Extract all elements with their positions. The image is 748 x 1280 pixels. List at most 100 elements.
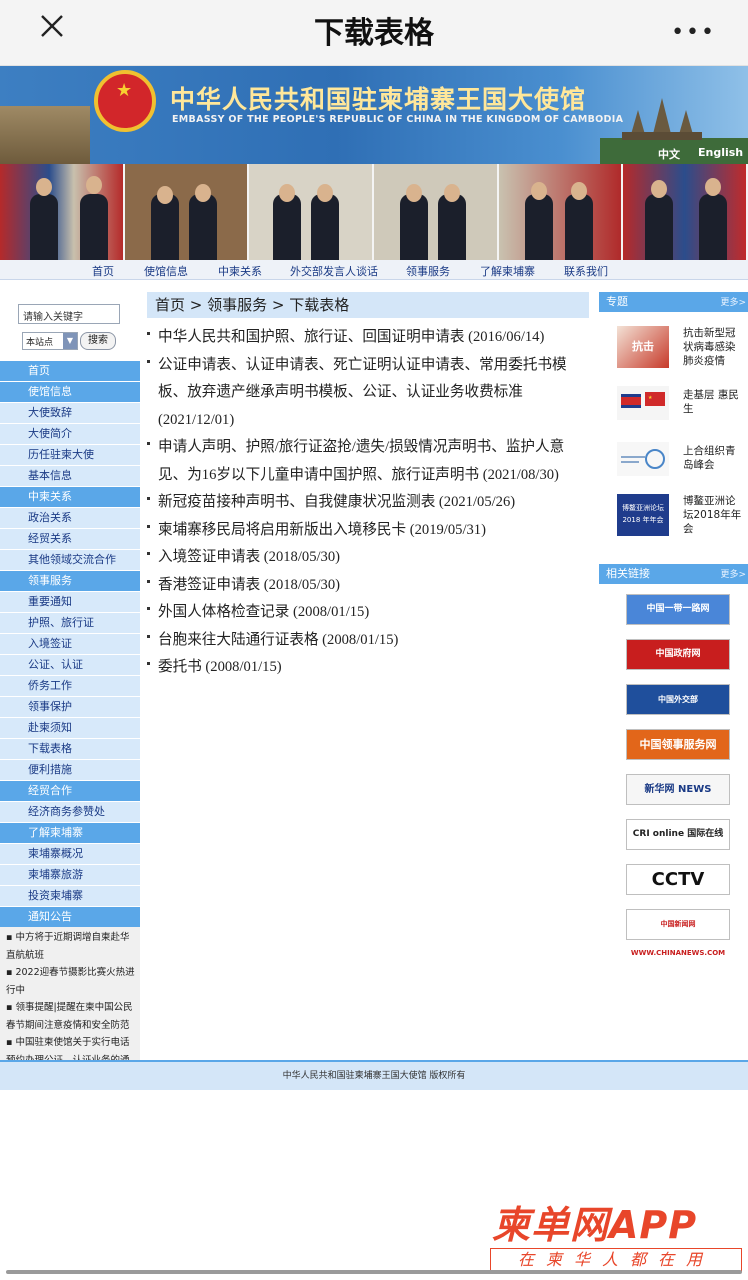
nav-china-cambodia[interactable]: 中柬关系 — [218, 263, 262, 279]
photo-strip — [0, 164, 748, 260]
notice-item[interactable]: ▪ 2022迎春节摄影比赛火热进行中 — [6, 964, 136, 999]
form-list-item[interactable]: 中华人民共和国护照、旅行证、回国证明申请表 (2016/06/14) — [147, 324, 589, 352]
lang-english-link[interactable]: English — [698, 146, 743, 159]
app-watermark: 柬单网APP 在柬华人都在用 — [490, 1194, 742, 1274]
right-sidebar: 专题 更多> 抗击 抗击新型冠状病毒感染肺炎疫情 ★ 走基层 惠民生 上合组织青… — [599, 292, 748, 964]
app-slogan: 在柬华人都在用 — [490, 1248, 742, 1272]
link-fmprc[interactable]: 中国外交部 www.fmprc.gov.cn — [626, 684, 730, 733]
sidebar-item[interactable]: 入境签证 — [0, 634, 140, 654]
sidebar-item-download-forms[interactable]: 下载表格 — [0, 739, 140, 759]
links-more-link[interactable]: 更多> — [720, 565, 746, 585]
form-list-item[interactable]: 新冠疫苗接种声明书、自我健康状况监测表 (2021/05/26) — [147, 489, 589, 517]
sidebar-item[interactable]: 政治关系 — [0, 508, 140, 528]
sidebar-section-cambodia[interactable]: 了解柬埔寨 — [0, 823, 140, 843]
form-list-item[interactable]: 委托书 (2008/01/15) — [147, 654, 589, 682]
nav-about-cambodia[interactable]: 了解柬埔寨 — [480, 263, 535, 279]
link-gov-cn[interactable]: 中国政府网 www.gov.cn — [626, 639, 730, 688]
nav-contact[interactable]: 联系我们 — [564, 263, 608, 279]
scrollbar[interactable] — [6, 1270, 742, 1274]
related-links: 中国一带一路网 中国政府网 www.gov.cn 中国外交部 www.fmprc… — [599, 584, 748, 964]
links-title: 相关链接 — [606, 567, 650, 580]
topic-item[interactable]: 博鳌亚洲论坛 2018 年年会 博鳌亚洲论坛2018年年会 — [599, 494, 748, 550]
sidebar-home[interactable]: 首页 — [0, 361, 140, 381]
links-header: 相关链接 更多> — [599, 564, 748, 584]
topics-more-link[interactable]: 更多> — [720, 293, 746, 313]
sidebar-item[interactable]: 侨务工作 — [0, 676, 140, 696]
sidebar-item[interactable]: 柬埔寨概况 — [0, 844, 140, 864]
sidebar-section-consular[interactable]: 领事服务 — [0, 571, 140, 591]
topic-label: 博鳌亚洲论坛2018年年会 — [683, 495, 742, 535]
sidebar-item[interactable]: 历任驻柬大使 — [0, 445, 140, 465]
left-sidebar: 请输入关键字 本站点 ▼ 搜索 首页 使馆信息 大使致辞 大使简介 历任驻柬大使… — [0, 290, 140, 1089]
footer-copyright: 中华人民共和国驻柬埔寨王国大使馆 版权所有 — [0, 1060, 748, 1090]
topic-item[interactable]: 上合组织青岛峰会 — [599, 438, 748, 494]
link-chinanews[interactable]: 中国新闻网 WWW.CHINANEWS.COM — [626, 909, 730, 957]
topics-header: 专题 更多> — [599, 292, 748, 312]
sidebar-item[interactable]: 大使简介 — [0, 424, 140, 444]
topic-covid-image: 抗击 — [617, 326, 669, 368]
photo-5 — [498, 164, 624, 260]
nav-consular[interactable]: 领事服务 — [406, 263, 450, 279]
sidebar-item[interactable]: 护照、旅行证 — [0, 613, 140, 633]
banner-subtitle: EMBASSY OF THE PEOPLE'S REPUBLIC OF CHIN… — [172, 114, 624, 125]
main-content: 首页 > 领事服务 > 下载表格 中华人民共和国护照、旅行证、回国证明申请表 (… — [147, 292, 589, 682]
link-belt-and-road[interactable]: 中国一带一路网 — [626, 594, 730, 625]
topic-item[interactable]: ★ 走基层 惠民生 — [599, 382, 748, 438]
link-xinhua[interactable]: 新华网 NEWS — [626, 774, 730, 805]
photo-2 — [124, 164, 250, 260]
sidebar-item[interactable]: 柬埔寨旅游 — [0, 865, 140, 885]
chevron-down-icon: ▼ — [63, 333, 77, 349]
breadcrumb: 首页 > 领事服务 > 下载表格 — [147, 292, 589, 318]
form-list-item[interactable]: 柬埔寨移民局将启用新版出入境移民卡 (2019/05/31) — [147, 517, 589, 545]
sidebar-item[interactable]: 便利措施 — [0, 760, 140, 780]
national-emblem-icon: ★ — [94, 70, 156, 132]
form-list-item[interactable]: 公证申请表、认证申请表、死亡证明认证申请表、常用委托书模板、放弃遗产继承声明书模… — [147, 352, 589, 435]
sidebar-item[interactable]: 基本信息 — [0, 466, 140, 486]
lang-chinese-link[interactable]: 中文 — [658, 146, 680, 162]
sidebar-section-trade[interactable]: 经贸合作 — [0, 781, 140, 801]
photo-3 — [249, 164, 375, 260]
sidebar-item[interactable]: 重要通知 — [0, 592, 140, 612]
search-scope-value: 本站点 — [26, 338, 54, 348]
search-scope-select[interactable]: 本站点 ▼ — [22, 332, 78, 350]
form-list-item[interactable]: 外国人体格检查记录 (2008/01/15) — [147, 599, 589, 627]
sidebar-item[interactable]: 领事保护 — [0, 697, 140, 717]
sidebar-item[interactable]: 大使致辞 — [0, 403, 140, 423]
nav-spokesperson[interactable]: 外交部发言人谈话 — [290, 263, 378, 279]
great-wall-image — [0, 106, 90, 164]
link-cctv[interactable]: CCTV — [626, 864, 730, 895]
sidebar-item[interactable]: 公证、认证 — [0, 655, 140, 675]
sidebar-section-notices[interactable]: 通知公告 — [0, 907, 140, 927]
top-bar: 下载表格 ••• — [0, 0, 748, 66]
page-title: 下载表格 — [314, 16, 434, 51]
site-search: 请输入关键字 本站点 ▼ 搜索 — [0, 290, 140, 360]
flags-image: ★ — [617, 386, 669, 420]
sco-summit-image — [617, 442, 669, 476]
notice-item[interactable]: ▪ 中方将于近期调增自柬赴华直航航班 — [6, 929, 136, 964]
sidebar-section-embassy[interactable]: 使馆信息 — [0, 382, 140, 402]
nav-home[interactable]: 首页 — [92, 263, 114, 279]
app-logo: 柬单网APP — [492, 1203, 698, 1247]
more-options-icon[interactable]: ••• — [671, 20, 716, 45]
link-consular-service[interactable]: 中国领事服务网 — [626, 729, 730, 760]
topic-label: 抗击新型冠状病毒感染肺炎疫情 — [683, 327, 736, 367]
form-list-item[interactable]: 入境签证申请表 (2018/05/30) — [147, 544, 589, 572]
sidebar-item[interactable]: 投资柬埔寨 — [0, 886, 140, 906]
nav-embassy-info[interactable]: 使馆信息 — [144, 263, 188, 279]
link-cri[interactable]: CRI online 国际在线 — [626, 819, 730, 850]
form-list-item[interactable]: 香港签证申请表 (2018/05/30) — [147, 572, 589, 600]
svg-text:★: ★ — [648, 395, 653, 401]
sidebar-section-relations[interactable]: 中柬关系 — [0, 487, 140, 507]
search-button[interactable]: 搜索 — [80, 332, 116, 350]
form-list-item[interactable]: 申请人声明、护照/旅行证盗抢/遗失/损毁情况声明书、监护人意见、为16岁以下儿童… — [147, 434, 589, 489]
sidebar-item[interactable]: 经贸关系 — [0, 529, 140, 549]
sidebar-item[interactable]: 其他领域交流合作 — [0, 550, 140, 570]
photo-4 — [374, 164, 499, 260]
sidebar-item[interactable]: 赴柬须知 — [0, 718, 140, 738]
form-list-item[interactable]: 台胞来往大陆通行证表格 (2008/01/15) — [147, 627, 589, 655]
search-input[interactable]: 请输入关键字 — [18, 304, 120, 324]
notice-item[interactable]: ▪ 领事提醒|提醒在柬中国公民春节期间注意疫情和安全防范 — [6, 999, 136, 1034]
topic-item[interactable]: 抗击 抗击新型冠状病毒感染肺炎疫情 — [599, 326, 748, 382]
sidebar-item[interactable]: 经济商务参赞处 — [0, 802, 140, 822]
boao-forum-image: 博鳌亚洲论坛 2018 年年会 — [617, 494, 669, 536]
